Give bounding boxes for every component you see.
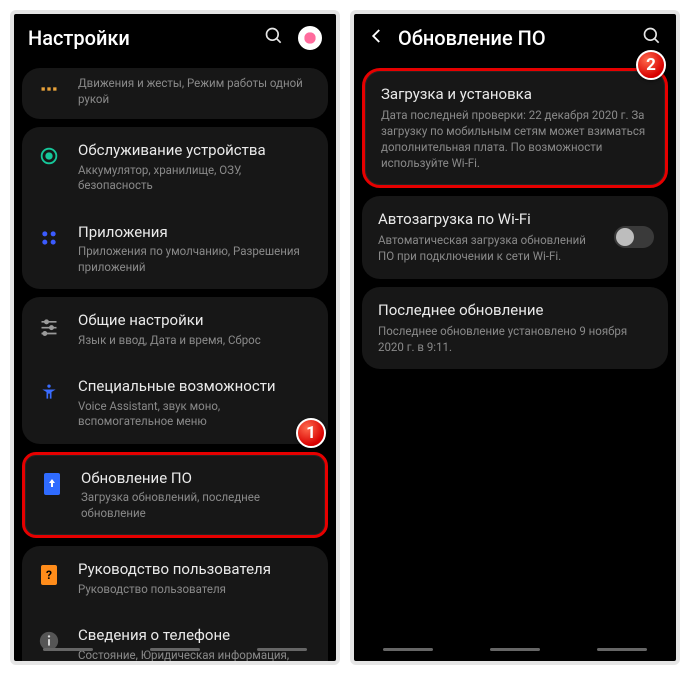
- device-care-icon: [36, 143, 62, 169]
- settings-item-device-care[interactable]: Обслуживание устройства Аккумулятор, хра…: [22, 127, 328, 208]
- search-icon[interactable]: [642, 26, 662, 50]
- settings-item-label: Приложения: [78, 223, 314, 243]
- accessibility-icon: [36, 379, 62, 405]
- settings-item-sub: Аккумулятор, хранилище, ОЗУ, безопасност…: [78, 163, 314, 194]
- settings-item-accessibility[interactable]: Специальные возможности Voice Assistant,…: [22, 362, 328, 444]
- settings-group-2: Обслуживание устройства Аккумулятор, хра…: [22, 127, 328, 289]
- apps-icon: [36, 225, 62, 251]
- settings-item-label: Обслуживание устройства: [78, 141, 314, 161]
- settings-item-motion[interactable]: Движения и жесты, Режим работы одной рук…: [22, 68, 328, 119]
- item-title: Автозагрузка по Wi-Fi: [378, 210, 604, 228]
- phone-left: Настройки Движения и жесты, Режим работы…: [10, 10, 340, 665]
- download-install-item[interactable]: Загрузка и установка Дата последней пров…: [362, 68, 668, 188]
- item-sub: Автоматическая загрузка обновлений ПО пр…: [378, 232, 604, 264]
- nav-home[interactable]: [490, 648, 540, 651]
- settings-item-sub: Voice Assistant, звук моно, вспомогатель…: [78, 399, 314, 430]
- motion-icon: [36, 76, 62, 102]
- user-manual-icon: ?: [36, 562, 62, 588]
- settings-item-label: Обновление ПО: [81, 469, 311, 489]
- settings-item-sub: Движения и жесты, Режим работы одной рук…: [78, 76, 314, 107]
- settings-header: Настройки: [14, 14, 336, 60]
- software-update-icon: [39, 471, 65, 497]
- back-icon[interactable]: [368, 27, 386, 49]
- step-badge-2: 2: [636, 50, 666, 80]
- item-sub: Последнее обновление установлено 9 ноябр…: [378, 323, 652, 355]
- nav-recent[interactable]: [43, 648, 93, 651]
- settings-item-sub: Приложения по умолчанию, Разрешения прил…: [78, 244, 314, 275]
- last-update-item[interactable]: Последнее обновление Последнее обновлени…: [362, 287, 668, 369]
- settings-item-label: Общие настройки: [78, 311, 314, 331]
- item-sub: Дата последней проверки: 22 декабря 2020…: [381, 107, 649, 171]
- phone-right: Обновление ПО Загрузка и установка Дата …: [350, 10, 680, 665]
- item-title: Загрузка и установка: [381, 85, 649, 103]
- nav-back[interactable]: [597, 648, 647, 651]
- settings-item-manual[interactable]: ? Руководство пользователя Руководство п…: [22, 546, 328, 611]
- settings-item-general[interactable]: Общие настройки Язык и ввод, Дата и врем…: [22, 297, 328, 362]
- settings-item-sub: Руководство пользователя: [78, 582, 314, 598]
- search-icon[interactable]: [264, 26, 284, 50]
- nav-home[interactable]: [150, 648, 200, 651]
- settings-item-label: Руководство пользователя: [78, 560, 314, 580]
- settings-item-software-update[interactable]: Обновление ПО Загрузка обновлений, после…: [25, 455, 325, 536]
- android-navbar: [14, 639, 336, 659]
- settings-item-label: Специальные возможности: [78, 377, 314, 397]
- auto-download-wifi-item[interactable]: Автозагрузка по Wi-Fi Автоматическая заг…: [362, 196, 668, 278]
- auto-download-toggle[interactable]: [614, 226, 654, 248]
- nav-back[interactable]: [257, 648, 307, 651]
- sliders-icon: [36, 313, 62, 339]
- settings-item-sub: Загрузка обновлений, последнее обновлени…: [81, 490, 311, 521]
- item-title: Последнее обновление: [378, 301, 652, 319]
- settings-group-1: Движения и жесты, Режим работы одной рук…: [22, 68, 328, 119]
- page-title: Настройки: [28, 26, 252, 50]
- nav-recent[interactable]: [383, 648, 433, 651]
- avatar[interactable]: [298, 26, 322, 50]
- settings-group-3: Общие настройки Язык и ввод, Дата и врем…: [22, 297, 328, 444]
- android-navbar: [354, 639, 676, 659]
- svg-text:?: ?: [46, 568, 52, 582]
- settings-group-update-highlight: Обновление ПО Загрузка обновлений, после…: [22, 452, 328, 539]
- step-badge-1: 1: [296, 418, 326, 448]
- settings-item-sub: Язык и ввод, Дата и время, Сброс: [78, 333, 314, 349]
- page-title: Обновление ПО: [398, 26, 630, 50]
- software-update-header: Обновление ПО: [354, 14, 676, 60]
- settings-item-apps[interactable]: Приложения Приложения по умолчанию, Разр…: [22, 208, 328, 290]
